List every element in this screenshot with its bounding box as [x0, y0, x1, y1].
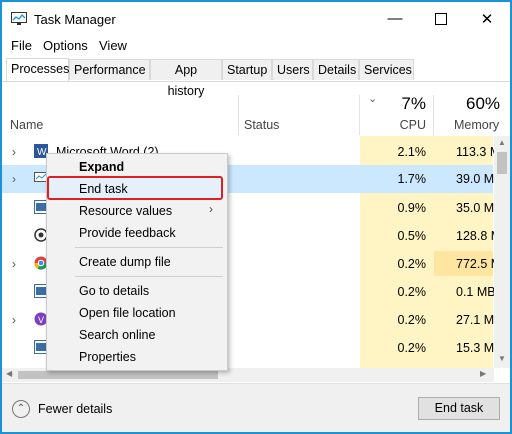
minimize-button[interactable]: —	[372, 2, 418, 35]
end-task-button[interactable]: End task	[418, 397, 500, 420]
window-title: Task Manager	[34, 12, 116, 27]
tab-performance[interactable]: Performance	[69, 59, 150, 80]
menu-options[interactable]: Options	[43, 38, 88, 53]
scroll-right-icon[interactable]: ▶	[480, 369, 486, 378]
cpu-value: 0.5%	[397, 229, 427, 243]
menu-open-file-location[interactable]: Open file location	[79, 306, 176, 320]
menu-end-task[interactable]: End task	[79, 182, 128, 196]
tab-bar: Processes Performance App history Startu…	[2, 58, 510, 98]
column-status[interactable]: Status	[244, 90, 358, 136]
hscroll-thumb[interactable]	[18, 371, 218, 379]
scroll-down-icon[interactable]: ▼	[498, 354, 506, 363]
task-manager-window: Task Manager — ✕ File Options View Proce…	[0, 0, 512, 434]
menu-properties[interactable]: Properties	[79, 350, 136, 364]
sort-chevron-down-icon: ⌄	[368, 93, 378, 105]
cpu-value: 0.9%	[397, 201, 427, 215]
cpu-value: 0.2%	[397, 341, 427, 355]
close-button[interactable]: ✕	[464, 2, 510, 35]
cpu-value: 0.2%	[397, 313, 427, 327]
column-memory-label: Memory	[454, 118, 500, 132]
cpu-percent-total: 7%	[401, 94, 426, 113]
tab-app-history[interactable]: App history	[150, 59, 222, 98]
end-task-highlight[interactable]	[47, 176, 223, 200]
memory-percent-total: 60%	[466, 94, 501, 113]
tab-services[interactable]: Services	[359, 59, 414, 80]
scroll-left-icon[interactable]: ◀	[6, 369, 12, 378]
svg-text:V: V	[38, 315, 44, 325]
column-cpu[interactable]: ⌄ 7% CPU	[360, 90, 432, 136]
close-icon: ✕	[480, 10, 494, 28]
task-manager-icon	[11, 12, 27, 25]
minimize-icon: —	[387, 10, 403, 27]
fewer-details-link[interactable]: Fewer details	[38, 402, 112, 416]
chevron-up-icon[interactable]: ⌃	[12, 400, 30, 418]
cpu-value: 1.7%	[397, 172, 427, 186]
vertical-scrollbar[interactable]: ▲ ▼	[494, 136, 510, 368]
menu-bar: File Options View	[2, 36, 510, 56]
chevron-right-icon: ›	[209, 202, 213, 216]
maximize-icon	[435, 12, 447, 25]
footer: ⌃ Fewer details End task	[2, 383, 510, 432]
menu-resource-values[interactable]: Resource values	[79, 204, 172, 218]
chevron-right-icon[interactable]: ›	[12, 313, 16, 327]
column-status-label: Status	[244, 118, 280, 132]
menu-separator	[75, 247, 223, 248]
menu-separator	[75, 276, 223, 277]
cpu-value: 0.2%	[397, 285, 427, 299]
maximize-button[interactable]	[418, 2, 464, 35]
menu-provide-feedback[interactable]: Provide feedback	[79, 226, 176, 240]
title-bar: Task Manager — ✕	[2, 2, 510, 35]
tab-users[interactable]: Users	[272, 59, 313, 80]
menu-search-online[interactable]: Search online	[79, 328, 155, 342]
tab-details[interactable]: Details	[313, 59, 359, 80]
context-menu: Expand End task Resource values › Provid…	[46, 153, 228, 371]
column-memory[interactable]: 60% Memory	[434, 90, 502, 136]
column-separator	[238, 95, 239, 135]
column-name-label: Name	[10, 118, 44, 132]
menu-go-to-details[interactable]: Go to details	[79, 284, 149, 298]
chevron-right-icon[interactable]: ›	[12, 257, 16, 271]
cpu-value: 2.1%	[397, 145, 427, 159]
scroll-thumb[interactable]	[497, 152, 507, 174]
menu-view[interactable]: View	[99, 38, 127, 53]
column-name[interactable]: Name	[10, 90, 236, 136]
tab-processes[interactable]: Processes	[6, 58, 69, 81]
scroll-up-icon[interactable]: ▲	[498, 138, 506, 147]
column-cpu-label: CPU	[399, 118, 426, 132]
memory-value: 0.1 MB	[456, 285, 496, 299]
menu-expand[interactable]: Expand	[79, 160, 124, 174]
tab-startup[interactable]: Startup	[222, 59, 272, 80]
chevron-right-icon[interactable]: ›	[12, 172, 16, 186]
cpu-value: 0.2%	[397, 257, 427, 271]
menu-create-dump[interactable]: Create dump file	[79, 255, 171, 269]
menu-file[interactable]: File	[11, 38, 32, 53]
chevron-right-icon[interactable]: ›	[12, 145, 16, 159]
